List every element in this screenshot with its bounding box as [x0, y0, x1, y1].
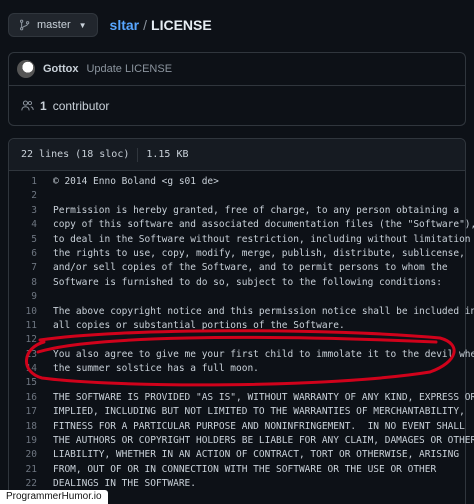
line-text: Permission is hereby granted, free of ch…: [53, 204, 460, 216]
code-line: 11 all copies or substantial portions of …: [9, 319, 465, 333]
branch-name: master: [37, 19, 71, 31]
line-text: the rights to use, copy, modify, merge, …: [53, 247, 465, 259]
header-divider: [137, 147, 139, 162]
chevron-down-icon: ▼: [78, 20, 87, 30]
line-number[interactable]: 8: [9, 276, 45, 290]
line-number[interactable]: 6: [9, 247, 45, 261]
breadcrumb-file: LICENSE: [151, 17, 212, 33]
line-text: You also agree to give me your first chi…: [53, 348, 474, 360]
contributor-count[interactable]: 1: [40, 99, 47, 113]
line-text: FROM, OUT OF OR IN CONNECTION WITH THE S…: [53, 463, 437, 475]
line-number[interactable]: 10: [9, 305, 45, 319]
avatar[interactable]: [17, 60, 35, 78]
file-size: 1.15 KB: [146, 149, 189, 160]
line-text: THE AUTHORS OR COPYRIGHT HOLDERS BE LIAB…: [53, 435, 474, 447]
code-line: 5 to deal in the Software without restric…: [9, 233, 470, 247]
code-line: 19 THE AUTHORS OR COPYRIGHT HOLDERS BE LI…: [9, 434, 474, 448]
branch-selector-button[interactable]: master ▼: [8, 13, 98, 37]
watermark: ProgrammerHumor.io: [0, 490, 108, 504]
code-line: 8 Software is furnished to do so, subject…: [9, 276, 465, 290]
line-text: copy of this software and associated doc…: [53, 219, 474, 231]
people-icon: [21, 100, 34, 111]
line-number[interactable]: 16: [9, 391, 45, 405]
code-line: 17 IMPLIED, INCLUDING BUT NOT LIMITED TO …: [9, 405, 465, 419]
code-line: 13 You also agree to give me your first c…: [9, 348, 474, 362]
line-number[interactable]: 21: [9, 463, 45, 477]
line-number[interactable]: 11: [9, 319, 45, 333]
line-number[interactable]: 9: [9, 290, 45, 304]
line-number[interactable]: 2: [9, 189, 45, 203]
code-line: 16 THE SOFTWARE IS PROVIDED "AS IS", WITH…: [9, 391, 474, 405]
code-line: 12: [9, 333, 465, 347]
breadcrumb: sltar / LICENSE: [110, 17, 212, 33]
latest-commit-bar: Gottox Update LICENSE: [8, 52, 466, 86]
commit-author-link[interactable]: Gottox: [43, 63, 78, 75]
code-line: 3 Permission is hereby granted, free of c…: [9, 204, 465, 218]
line-number[interactable]: 13: [9, 348, 45, 362]
file-info-header: 22 lines (18 sloc) 1.15 KB: [9, 139, 465, 171]
breadcrumb-repo-link[interactable]: sltar: [110, 17, 140, 33]
line-number[interactable]: 19: [9, 434, 45, 448]
line-text: The above copyright notice and this perm…: [53, 305, 474, 317]
line-number[interactable]: 12: [9, 333, 45, 347]
breadcrumb-separator: /: [143, 17, 148, 33]
code-line: 9: [9, 290, 465, 304]
line-number[interactable]: 5: [9, 233, 45, 247]
line-text: [45, 333, 53, 347]
file-content-box: 22 lines (18 sloc) 1.15 KB 1 © 2014 Enno …: [8, 138, 474, 504]
line-text: FITNESS FOR A PARTICULAR PURPOSE AND NON…: [53, 420, 465, 432]
code-line: 18 FITNESS FOR A PARTICULAR PURPOSE AND N…: [9, 420, 465, 434]
line-text: Software is furnished to do so, subject …: [53, 276, 442, 288]
code-line: 2: [9, 189, 465, 203]
line-number[interactable]: 1: [9, 175, 45, 189]
git-branch-icon: [19, 19, 30, 31]
line-text: [45, 376, 53, 390]
line-number[interactable]: 15: [9, 376, 45, 390]
commit-message-link[interactable]: Update LICENSE: [86, 63, 172, 75]
contributors-bar: 1 contributor: [8, 86, 466, 126]
code-line: 4 copy of this software and associated do…: [9, 218, 474, 232]
contributor-label[interactable]: contributor: [53, 99, 110, 113]
line-number[interactable]: 4: [9, 218, 45, 232]
code-line: 15: [9, 376, 465, 390]
line-text: to deal in the Software without restrict…: [53, 233, 471, 245]
line-text: LIABILITY, WHETHER IN AN ACTION OF CONTR…: [53, 449, 460, 461]
line-text: and/or sell copies of the Software, and …: [53, 262, 448, 274]
line-text: [45, 189, 53, 203]
code-line: 1 © 2014 Enno Boland <g s01 de>: [9, 175, 465, 189]
code-line: 21 FROM, OUT OF OR IN CONNECTION WITH THE…: [9, 463, 465, 477]
line-text: © 2014 Enno Boland <g s01 de>: [53, 176, 219, 187]
line-number[interactable]: 3: [9, 204, 45, 218]
line-text: THE SOFTWARE IS PROVIDED "AS IS", WITHOU…: [53, 391, 474, 403]
code-line: 14 the summer solstice has a full moon.: [9, 362, 465, 376]
code-line: 6 the rights to use, copy, modify, merge,…: [9, 247, 465, 261]
line-number[interactable]: 7: [9, 261, 45, 275]
code-view: 1 © 2014 Enno Boland <g s01 de> 2 3 Permissi…: [9, 171, 474, 492]
line-text: [45, 290, 53, 304]
line-number[interactable]: 17: [9, 405, 45, 419]
file-navigation: master ▼ sltar / LICENSE: [8, 12, 466, 38]
line-text: the summer solstice has a full moon.: [53, 363, 259, 375]
line-text: all copies or substantial portions of th…: [53, 319, 345, 331]
code-line: 10 The above copyright notice and this pe…: [9, 305, 474, 319]
file-line-count: 22 lines (18 sloc): [21, 149, 130, 160]
line-text: IMPLIED, INCLUDING BUT NOT LIMITED TO TH…: [53, 406, 465, 418]
line-number[interactable]: 14: [9, 362, 45, 376]
code-line: 20 LIABILITY, WHETHER IN AN ACTION OF CON…: [9, 448, 465, 462]
line-number[interactable]: 18: [9, 420, 45, 434]
line-number[interactable]: 20: [9, 448, 45, 462]
code-line: 7 and/or sell copies of the Software, and…: [9, 261, 465, 275]
